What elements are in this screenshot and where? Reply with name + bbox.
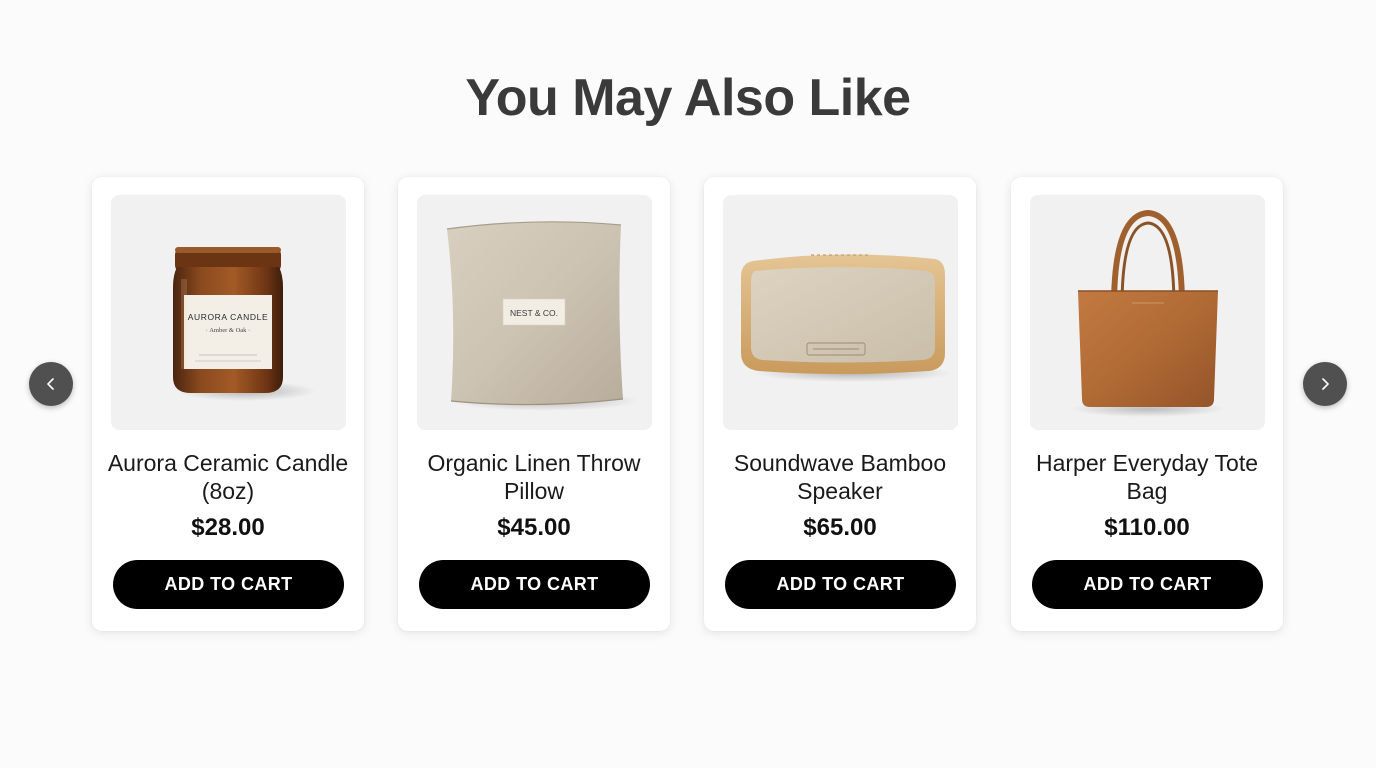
product-price: $110.00 [1104,514,1190,541]
product-name[interactable]: Soundwave Bamboo Speaker [712,449,968,505]
add-to-cart-button[interactable]: ADD TO CART [1032,560,1263,609]
product-price: $65.00 [803,514,877,541]
product-name[interactable]: Organic Linen Throw Pillow [406,449,662,505]
carousel-prev-button[interactable] [29,362,73,406]
section-title: You May Also Like [465,69,911,127]
chevron-left-icon [47,378,54,390]
product-card: NEST & CO. Organic Linen Throw Pillow $4… [398,177,670,631]
product-image-pillow[interactable]: NEST & CO. [417,195,652,430]
product-card: Soundwave Bamboo Speaker $65.00 ADD TO C… [704,177,976,631]
product-card: Harper Everyday Tote Bag $110.00 ADD TO … [1011,177,1283,631]
recommendations-section: You May Also Like AURORA CANDLE · Amber … [0,0,1376,768]
pillow-image: NEST & CO. [446,221,640,411]
product-name[interactable]: Harper Everyday Tote Bag [1019,449,1275,505]
tote-image [1070,209,1226,417]
pillow-tag-label: NEST & CO. [510,308,558,318]
candle-image: AURORA CANDLE · Amber & Oak · [173,247,316,401]
carousel-next-button[interactable] [1303,362,1347,406]
add-to-cart-button[interactable]: ADD TO CART [113,560,344,609]
product-price: $45.00 [497,514,571,541]
candle-label-scent: · Amber & Oak · [206,327,250,334]
product-card: AURORA CANDLE · Amber & Oak · Aurora Cer… [92,177,364,631]
speaker-image [741,254,953,382]
product-image-candle[interactable]: AURORA CANDLE · Amber & Oak · [111,195,346,430]
candle-label-brand: AURORA CANDLE [188,312,269,322]
product-image-speaker[interactable] [723,195,958,430]
add-to-cart-button[interactable]: ADD TO CART [725,560,956,609]
product-name[interactable]: Aurora Ceramic Candle (8oz) [100,449,356,505]
product-price: $28.00 [191,514,265,541]
chevron-right-icon [1322,378,1329,390]
product-image-tote[interactable] [1030,195,1265,430]
product-carousel: AURORA CANDLE · Amber & Oak · Aurora Cer… [92,177,1284,631]
add-to-cart-button[interactable]: ADD TO CART [419,560,650,609]
